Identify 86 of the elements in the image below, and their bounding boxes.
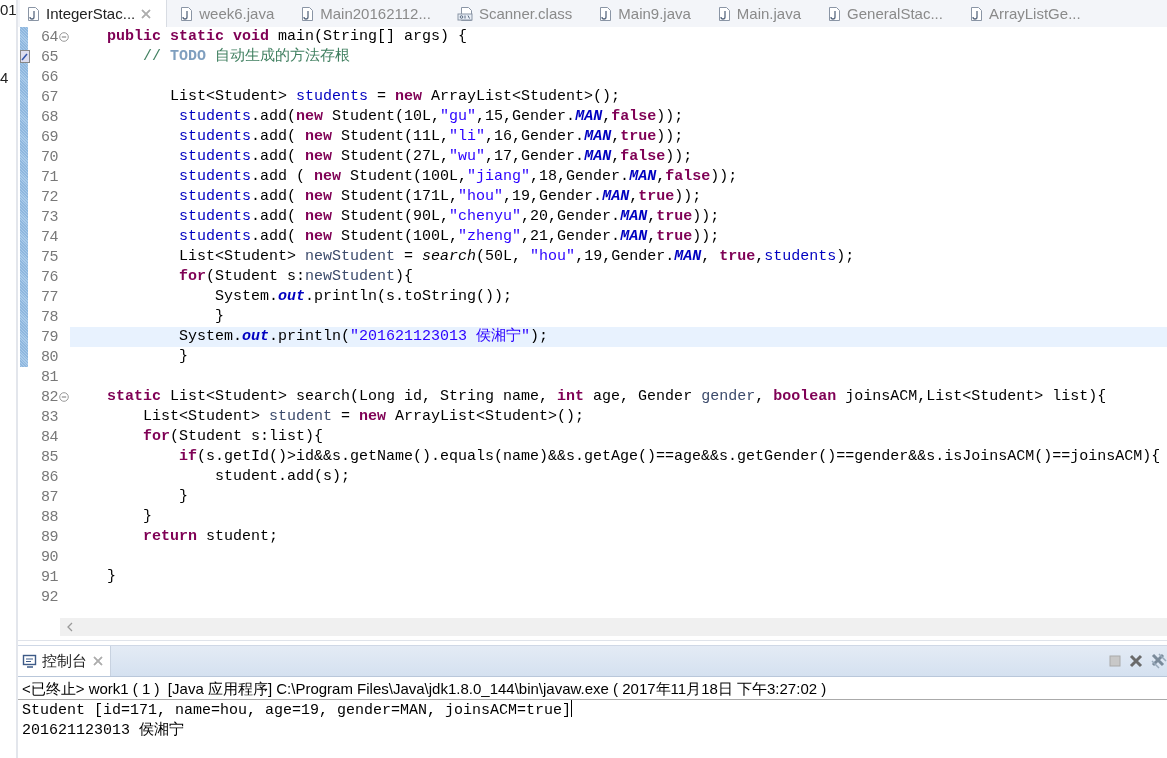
code-line: System.out.println("201621123013 侯湘宁"); — [178, 328, 549, 345]
code-line: static List<Student> search(Long id, String name, int age, Gender gender, boolean joinsACM,List<Student> list){ — [106, 388, 1107, 405]
editor-tab[interactable]: Scanner.class — [450, 0, 587, 27]
code-line: students.add( new Student(100L,"zheng",21,Gender.MAN,true)); — [178, 228, 720, 245]
line-number: 80 — [40, 348, 58, 366]
collapse-icon[interactable] — [59, 392, 69, 402]
console-output-line: Student [id=171, name=hou, age=19, gender=MAN, joinsACM=true] — [22, 700, 574, 721]
line-number: 70 — [40, 148, 58, 166]
code-line: } — [214, 308, 225, 325]
code-line: return student; — [142, 528, 279, 545]
code-line: // TODO 自动生成的方法存根 — [142, 48, 351, 65]
console-icon — [22, 653, 37, 669]
line-number: 85 — [40, 448, 58, 466]
code-line: System.out.println(s.toString()); — [214, 288, 513, 305]
line-number: 92 — [40, 588, 58, 606]
line-number: 79 — [40, 328, 58, 346]
line-number: 88 — [40, 508, 58, 526]
editor-tab[interactable]: week6.java — [173, 0, 289, 27]
line-number: 90 — [40, 548, 58, 566]
code-line: students.add( new Student(90L,"chenyu",20,Gender.MAN,true)); — [178, 208, 720, 225]
code-line: List<Student> newStudent = search(50L, "hou",19,Gender.MAN, true,students); — [178, 248, 855, 265]
file-icon — [968, 5, 984, 22]
close-icon[interactable] — [1129, 654, 1143, 668]
editor-tab[interactable]: ArrayListGe... — [962, 0, 1095, 27]
file-icon — [598, 5, 614, 22]
console-tab[interactable]: 控制台 — [18, 646, 111, 676]
line-number: 86 — [40, 468, 58, 486]
code-line: students.add ( new Student(100L,"jiang",18,Gender.MAN,false)); — [178, 168, 738, 185]
file-icon — [300, 5, 316, 22]
line-number: 69 — [40, 128, 58, 146]
line-number: 89 — [40, 528, 58, 546]
line-number: 76 — [40, 268, 58, 286]
line-number: 65 — [40, 48, 58, 66]
close-icon — [92, 655, 104, 667]
remove-all-icon[interactable] — [1151, 653, 1167, 669]
file-icon — [26, 5, 41, 22]
process-info: <已终止> work1 ( 1 ) [Java 应用程序] C:\Program Files\Java\jdk1.8.0_144\bin\javaw.exe ( 2017年11月18日 下午3:27:02 ) — [18, 677, 1167, 700]
code-line: students.add( new Student(11L,"li",16,Gender.MAN,true)); — [178, 128, 684, 145]
line-number: 91 — [40, 568, 58, 586]
code-line: student.add(s); — [214, 468, 351, 485]
code-line: } — [142, 508, 152, 525]
console-output-line: 201621123013 侯湘宁 — [22, 721, 186, 741]
binary-file-icon — [456, 5, 474, 22]
line-number: 67 — [40, 88, 58, 106]
stop-icon[interactable] — [1109, 655, 1121, 667]
editor-tab[interactable]: Main20162112... — [294, 0, 445, 27]
line-number: 83 — [40, 408, 58, 426]
file-icon — [827, 5, 843, 22]
code-line: students.add( new Student(171L,"hou",19,Gender.MAN,true)); — [178, 188, 702, 205]
file-icon — [716, 5, 732, 22]
code-line: for(Student s:newStudent){ — [178, 268, 414, 285]
line-number: 84 — [40, 428, 58, 446]
code-line: public static void main(String[] args) { — [106, 28, 468, 45]
file-icon — [179, 5, 195, 22]
text-fragment: 01 — [0, 0, 16, 20]
editor-tab[interactable]: GeneralStac... — [821, 0, 957, 27]
line-number: 81 — [40, 368, 58, 386]
line-number: 82 — [40, 388, 58, 406]
code-line: } — [178, 488, 189, 505]
chevron-left-icon — [66, 622, 74, 632]
line-number: 66 — [40, 68, 58, 86]
text-fragment: 4 — [0, 68, 10, 88]
line-number: 72 — [40, 188, 58, 206]
close-icon — [140, 7, 153, 20]
line-number: 64 — [40, 28, 58, 46]
line-number: 73 — [40, 208, 58, 226]
code-line: students.add( new Student(27L,"wu",17,Gender.MAN,false)); — [178, 148, 693, 165]
editor-tab[interactable]: Main9.java — [592, 0, 705, 27]
line-number: 75 — [40, 248, 58, 266]
code-line: List<Student> student = new ArrayList<Student>(); — [142, 408, 585, 425]
horizontal-scrollbar[interactable] — [60, 618, 1167, 636]
editor-tab[interactable]: IntegerStac... — [20, 0, 168, 27]
code-line: } — [178, 348, 189, 365]
code-line: } — [106, 568, 116, 585]
code-line: for(Student s:list){ — [142, 428, 324, 445]
code-line: if(s.getId()>id&&s.getName().equals(name)&&s.getAge()==age&&s.getGender()==gender&&s.isJoinsACM()==joinsACM){ — [178, 448, 1161, 465]
line-number: 71 — [40, 168, 58, 186]
code-line: students.add(new Student(10L,"gu",15,Gender.MAN,false)); — [178, 108, 684, 125]
collapse-icon[interactable] — [59, 32, 69, 42]
line-number: 77 — [40, 288, 58, 306]
line-number: 78 — [40, 308, 58, 326]
line-number: 87 — [40, 488, 58, 506]
line-number: 68 — [40, 108, 58, 126]
line-number: 74 — [40, 228, 58, 246]
editor-tab[interactable]: Main.java — [710, 0, 816, 27]
code-line: List<Student> students = new ArrayList<Student>(); — [169, 88, 621, 105]
